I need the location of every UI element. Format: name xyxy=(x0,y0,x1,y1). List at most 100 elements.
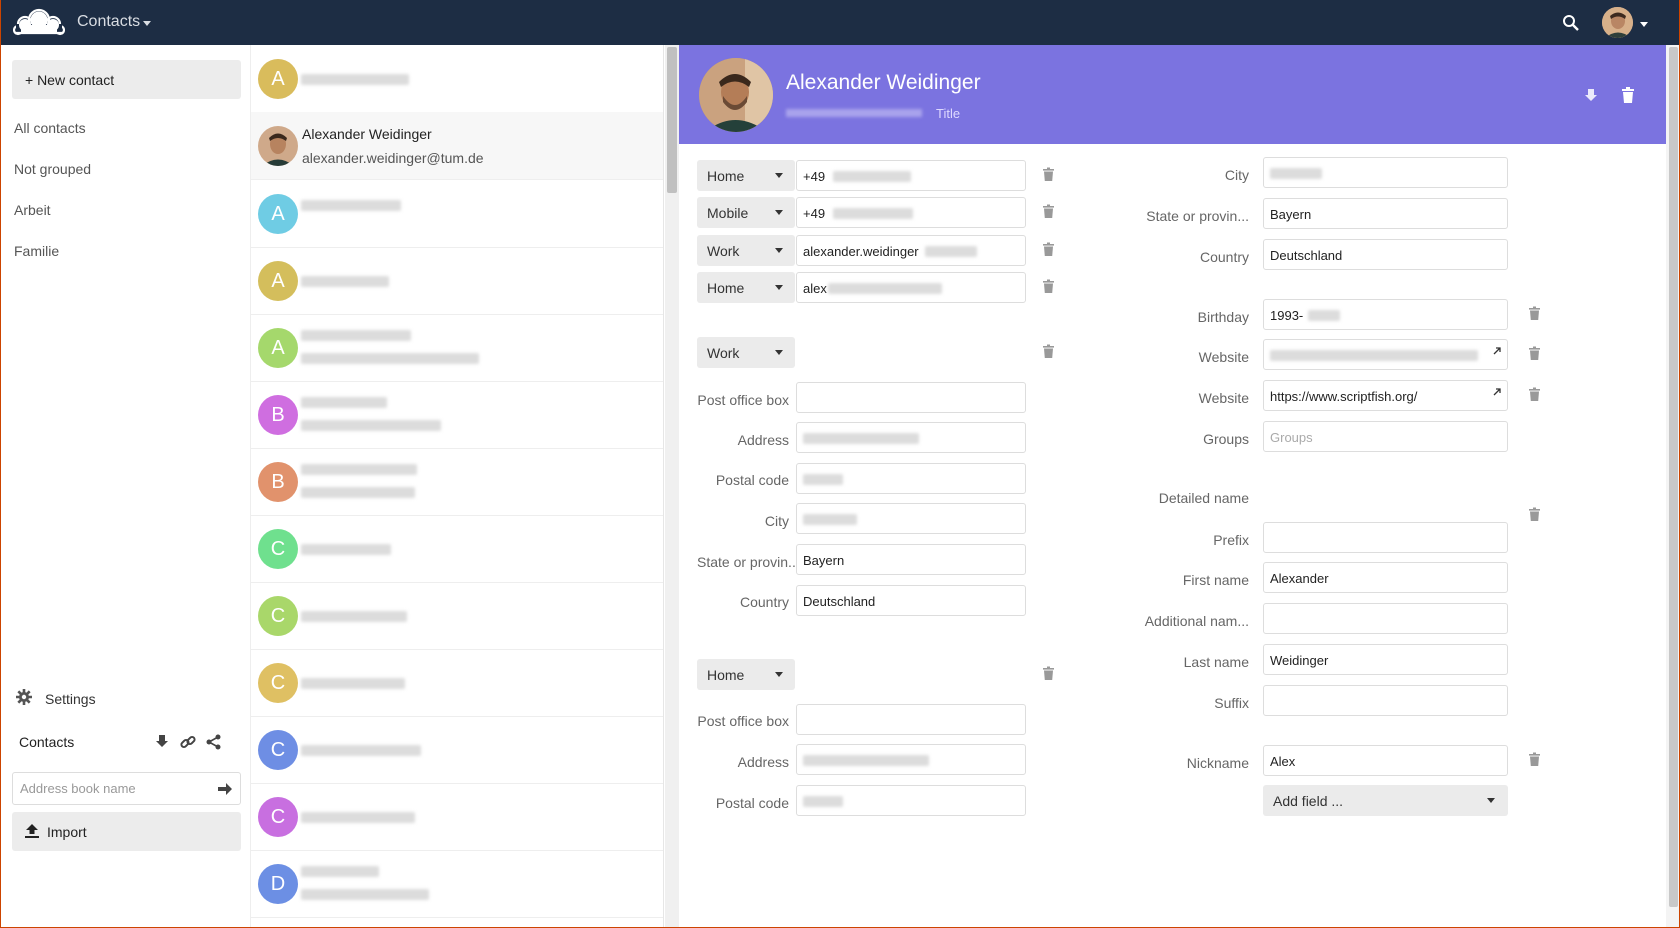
contact-avatar: A xyxy=(258,194,298,234)
gear-icon xyxy=(16,689,32,705)
title-field[interactable]: Title xyxy=(936,106,960,121)
address-type-select[interactable]: Work xyxy=(697,337,795,368)
contact-row[interactable]: A xyxy=(251,45,663,113)
additional-names-input[interactable] xyxy=(1263,603,1508,634)
prefix-input[interactable] xyxy=(1263,522,1508,553)
label-address: Address xyxy=(737,432,789,448)
contact-avatar: C xyxy=(258,797,298,837)
download-icon[interactable] xyxy=(153,733,171,751)
contact-avatar: C xyxy=(258,663,298,703)
contact-row[interactable]: C xyxy=(251,582,663,650)
groups-input[interactable]: Groups xyxy=(1263,421,1508,452)
phone-input[interactable]: +49 xyxy=(796,160,1026,191)
phone-input[interactable]: +49 xyxy=(796,197,1026,228)
label-postal-code: Postal code xyxy=(715,472,789,488)
add-field-select[interactable]: Add field ... xyxy=(1263,785,1508,816)
contact-row[interactable]: A xyxy=(251,247,663,315)
state-input[interactable]: Bayern xyxy=(796,544,1026,575)
label-last-name: Last name xyxy=(1183,654,1249,670)
import-button[interactable]: Import xyxy=(12,812,241,851)
download-icon[interactable] xyxy=(1583,86,1599,104)
nav-not-grouped[interactable]: Not grouped xyxy=(14,161,91,177)
new-contact-button[interactable]: + New contact xyxy=(12,60,241,99)
user-avatar[interactable] xyxy=(1602,7,1633,38)
app-menu-title[interactable]: Contacts xyxy=(77,13,140,31)
label-post-office-box: Post office box xyxy=(697,392,789,408)
first-name-input[interactable]: Alexander xyxy=(1263,562,1508,593)
trash-icon[interactable] xyxy=(1042,242,1055,257)
contact-row[interactable]: A xyxy=(251,180,663,248)
contact-photo[interactable] xyxy=(699,58,773,132)
contact-row[interactable]: B xyxy=(251,448,663,516)
postal-code-input[interactable] xyxy=(796,785,1026,816)
nav-all-contacts[interactable]: All contacts xyxy=(14,120,86,136)
trash-icon[interactable] xyxy=(1042,204,1055,219)
organization-field[interactable] xyxy=(786,109,922,117)
street-address-input[interactable] xyxy=(796,744,1026,775)
contact-avatar: A xyxy=(258,328,298,368)
contact-row[interactable]: B xyxy=(251,381,663,449)
street-address-input[interactable] xyxy=(796,422,1026,453)
label-state: State or provin... xyxy=(697,554,800,570)
trash-icon[interactable] xyxy=(1042,279,1055,294)
addressbook-name-input[interactable] xyxy=(13,773,208,804)
birthday-input[interactable]: 1993- xyxy=(1263,299,1508,330)
contact-row[interactable]: C xyxy=(251,515,663,583)
trash-icon[interactable] xyxy=(1528,507,1541,522)
trash-icon[interactable] xyxy=(1042,167,1055,182)
details-scrollbar[interactable] xyxy=(1666,45,1679,927)
chevron-down-icon[interactable] xyxy=(1640,22,1648,27)
city-input[interactable] xyxy=(796,503,1026,534)
city-input[interactable] xyxy=(1263,157,1508,188)
chevron-down-icon[interactable] xyxy=(143,21,151,26)
contact-avatar: B xyxy=(258,395,298,435)
link-icon[interactable] xyxy=(179,733,197,751)
delete-contact-icon[interactable] xyxy=(1620,86,1636,104)
phone-type-select[interactable]: Mobile xyxy=(697,197,795,228)
post-office-box-input[interactable] xyxy=(796,382,1026,413)
suffix-input[interactable] xyxy=(1263,685,1508,716)
nickname-input[interactable]: Alex xyxy=(1263,745,1508,776)
label-postal-code: Postal code xyxy=(715,795,789,811)
website-input[interactable]: https://www.scriptfish.org/ xyxy=(1263,380,1508,411)
contact-avatar: C xyxy=(258,730,298,770)
address-type-select[interactable]: Home xyxy=(697,659,795,690)
country-input[interactable]: Deutschland xyxy=(1263,239,1508,270)
contact-row[interactable]: C xyxy=(251,783,663,851)
chevron-down-icon xyxy=(775,285,783,290)
contact-avatar: A xyxy=(258,261,298,301)
contact-row[interactable]: C xyxy=(251,649,663,717)
external-link-icon xyxy=(1493,388,1501,396)
phone-type-select[interactable]: Home xyxy=(697,160,795,191)
nav-group-familie[interactable]: Familie xyxy=(14,243,59,259)
country-input[interactable]: Deutschland xyxy=(796,585,1026,616)
state-input[interactable]: Bayern xyxy=(1263,198,1508,229)
owncloud-logo[interactable] xyxy=(13,7,65,37)
postal-code-input[interactable] xyxy=(796,463,1026,494)
email-input[interactable]: alex xyxy=(796,272,1026,303)
contact-row-selected[interactable]: Alexander Weidinger alexander.weidinger@… xyxy=(251,112,663,180)
trash-icon[interactable] xyxy=(1528,346,1541,361)
website-input[interactable] xyxy=(1263,339,1508,370)
last-name-input[interactable]: Weidinger xyxy=(1263,644,1508,675)
contact-row[interactable]: C xyxy=(251,716,663,784)
email-type-select[interactable]: Home xyxy=(697,272,795,303)
share-icon[interactable] xyxy=(205,733,223,751)
nav-group-arbeit[interactable]: Arbeit xyxy=(14,202,51,218)
trash-icon[interactable] xyxy=(1528,752,1541,767)
contact-full-name[interactable]: Alexander Weidinger xyxy=(786,71,981,95)
contact-list-scrollbar[interactable] xyxy=(665,45,679,927)
post-office-box-input[interactable] xyxy=(796,704,1026,735)
trash-icon[interactable] xyxy=(1528,387,1541,402)
label-state: State or provin... xyxy=(1146,208,1249,224)
contact-row[interactable]: A xyxy=(251,314,663,382)
trash-icon[interactable] xyxy=(1042,344,1055,359)
email-type-select[interactable]: Work xyxy=(697,235,795,266)
search-icon[interactable] xyxy=(1562,14,1580,32)
trash-icon[interactable] xyxy=(1042,666,1055,681)
arrow-right-icon[interactable] xyxy=(216,780,234,798)
contact-row[interactable]: D xyxy=(251,850,663,918)
label-additional-names: Additional nam... xyxy=(1144,613,1249,629)
email-input[interactable]: alexander.weidinger xyxy=(796,235,1026,266)
trash-icon[interactable] xyxy=(1528,306,1541,321)
